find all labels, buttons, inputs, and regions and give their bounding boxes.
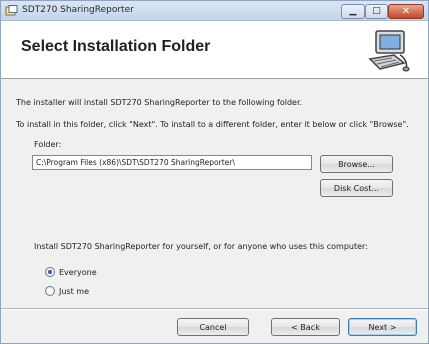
radio-just-me-label: Just me [59, 286, 89, 296]
next-button[interactable]: Next > [348, 318, 417, 336]
folder-path-input[interactable] [32, 155, 312, 170]
radio-everyone-indicator[interactable] [45, 267, 55, 277]
cancel-button[interactable]: Cancel [177, 318, 249, 336]
folder-label: Folder: [34, 140, 62, 149]
radio-everyone[interactable]: Everyone [45, 267, 97, 277]
radio-just-me[interactable]: Just me [45, 286, 89, 296]
content-area: The installer will install SDT270 Sharin… [1, 80, 428, 298]
instruction-text: To install in this folder, click "Next".… [16, 120, 409, 129]
computer-setup-icon [368, 30, 410, 72]
maximize-icon: □ [372, 6, 381, 16]
installer-app-icon [5, 5, 18, 16]
back-button[interactable]: < Back [271, 318, 340, 336]
close-icon: ✕ [401, 5, 411, 17]
install-scope-text: Install SDT270 SharingReporter for yours… [34, 242, 368, 251]
disk-cost-button[interactable]: Disk Cost... [320, 179, 393, 197]
browse-button[interactable]: Browse... [320, 155, 393, 173]
radio-everyone-label: Everyone [59, 267, 97, 277]
minimize-button[interactable]: ▁ [341, 4, 365, 19]
window-title: SDT270 SharingReporter [22, 5, 134, 15]
maximize-button[interactable]: □ [365, 4, 388, 19]
intro-text: The installer will install SDT270 Sharin… [16, 98, 303, 107]
close-button[interactable]: ✕ [388, 4, 424, 19]
installer-window: SDT270 SharingReporter ▁ □ ✕ Select Inst… [0, 0, 429, 344]
page-title: Select Installation Folder [21, 38, 211, 55]
radio-just-me-indicator[interactable] [45, 286, 55, 296]
minimize-icon: ▁ [349, 6, 357, 16]
footer-divider [1, 308, 428, 310]
title-bar[interactable]: SDT270 SharingReporter ▁ □ ✕ [1, 1, 428, 21]
header-banner: Select Installation Folder [1, 21, 428, 79]
